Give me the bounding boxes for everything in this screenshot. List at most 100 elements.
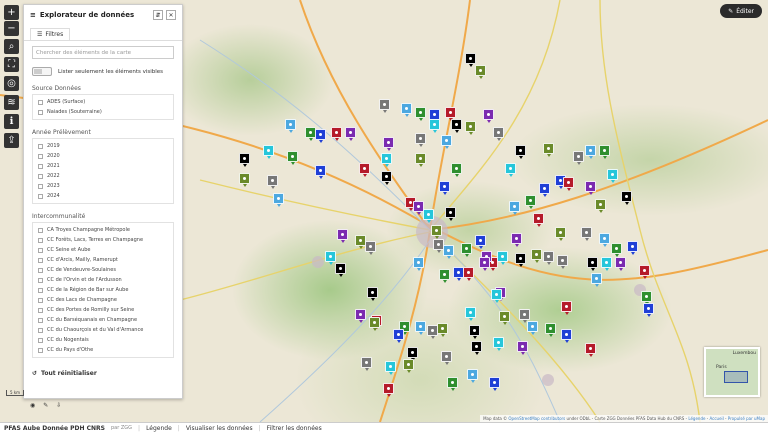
checkbox[interactable] xyxy=(38,247,43,253)
filter-option[interactable]: CC du Nogentais xyxy=(38,335,168,345)
map-marker[interactable] xyxy=(315,165,326,179)
map-marker[interactable] xyxy=(475,65,486,79)
map-marker[interactable] xyxy=(527,321,538,335)
filter-option[interactable]: CC de l'Orvin et de l'Ardusson xyxy=(38,275,168,285)
map-marker[interactable] xyxy=(383,137,394,151)
map-marker[interactable] xyxy=(525,195,536,209)
map-marker[interactable] xyxy=(469,325,480,339)
map-marker[interactable] xyxy=(639,265,650,279)
map-marker[interactable] xyxy=(287,151,298,165)
map-marker[interactable] xyxy=(407,347,418,361)
fullscreen-icon[interactable]: ⛶ xyxy=(4,57,19,72)
map-marker[interactable] xyxy=(355,309,366,323)
map-marker[interactable] xyxy=(415,107,426,121)
map-marker[interactable] xyxy=(499,311,510,325)
map-marker[interactable] xyxy=(451,163,462,177)
checkbox[interactable] xyxy=(38,237,43,243)
map-marker[interactable] xyxy=(427,325,438,339)
map-marker[interactable] xyxy=(491,289,502,303)
filter-option[interactable]: CA Troyes Champagne Métropole xyxy=(38,225,168,235)
map-marker[interactable] xyxy=(643,303,654,317)
map-marker[interactable] xyxy=(585,145,596,159)
map-marker[interactable] xyxy=(415,153,426,167)
map-marker[interactable] xyxy=(465,53,476,67)
attribution-link-legend[interactable]: Légende xyxy=(688,416,705,421)
collapse-button[interactable]: ⇵ xyxy=(153,10,163,20)
share-icon[interactable]: ⇪ xyxy=(4,133,19,148)
map-marker[interactable] xyxy=(557,255,568,269)
edit-button[interactable]: ✎ Éditer xyxy=(720,4,762,18)
map-marker[interactable] xyxy=(599,233,610,247)
map-marker[interactable] xyxy=(263,145,274,159)
map-marker[interactable] xyxy=(585,343,596,357)
map-marker[interactable] xyxy=(627,241,638,255)
checkbox[interactable] xyxy=(38,347,43,353)
map-marker[interactable] xyxy=(461,243,472,257)
map-marker[interactable] xyxy=(413,257,424,271)
map-marker[interactable] xyxy=(555,227,566,241)
checkbox[interactable] xyxy=(38,337,43,343)
checkbox[interactable] xyxy=(38,257,43,263)
map-marker[interactable] xyxy=(587,257,598,271)
search-input[interactable]: Chercher des éléments de la carte xyxy=(32,46,174,59)
close-icon[interactable]: ✕ xyxy=(166,10,176,20)
map-marker[interactable] xyxy=(465,307,476,321)
visible-only-toggle[interactable] xyxy=(32,67,52,76)
filter-option[interactable]: CC du Pays d'Othe xyxy=(38,345,168,355)
map-marker[interactable] xyxy=(393,329,404,343)
checkbox[interactable] xyxy=(38,153,43,159)
map-marker[interactable] xyxy=(483,109,494,123)
checkbox[interactable] xyxy=(38,193,43,199)
map-marker[interactable] xyxy=(379,99,390,113)
map-marker[interactable] xyxy=(335,263,346,277)
footer-link-view-data[interactable]: Visualiser les données xyxy=(186,425,253,432)
map-marker[interactable] xyxy=(561,301,572,315)
map-marker[interactable] xyxy=(315,129,326,143)
map-marker[interactable] xyxy=(467,369,478,383)
map-marker[interactable] xyxy=(239,173,250,187)
map-marker[interactable] xyxy=(337,229,348,243)
map-marker[interactable] xyxy=(479,257,490,271)
map-marker[interactable] xyxy=(531,249,542,263)
map-marker[interactable] xyxy=(439,269,450,283)
filter-option[interactable]: Naiades (Souterraine) xyxy=(38,107,168,117)
map-marker[interactable] xyxy=(533,213,544,227)
attribution-link-home[interactable]: Accueil xyxy=(709,416,723,421)
map-marker[interactable] xyxy=(385,361,396,375)
map-marker[interactable] xyxy=(621,191,632,205)
map-marker[interactable] xyxy=(595,199,606,213)
footer-link-filter-data[interactable]: Filtrer les données xyxy=(267,425,322,432)
map-marker[interactable] xyxy=(489,377,500,391)
attribution-link-umap[interactable]: Propulsé par uMap xyxy=(728,416,765,421)
map-marker[interactable] xyxy=(561,329,572,343)
map-marker[interactable] xyxy=(545,323,556,337)
map-marker[interactable] xyxy=(591,273,602,287)
filter-option[interactable]: CC de la Région de Bar sur Aube xyxy=(38,285,168,295)
checkbox[interactable] xyxy=(38,173,43,179)
checkbox[interactable] xyxy=(38,287,43,293)
map-marker[interactable] xyxy=(573,151,584,165)
filter-option[interactable]: 2024 xyxy=(38,191,168,201)
download-icon[interactable]: ⇩ xyxy=(56,402,61,409)
checkbox[interactable] xyxy=(38,307,43,313)
map-marker[interactable] xyxy=(509,201,520,215)
map-marker[interactable] xyxy=(239,153,250,167)
map-marker[interactable] xyxy=(515,145,526,159)
map-marker[interactable] xyxy=(515,253,526,267)
minimap[interactable]: Luxembou Paris xyxy=(704,347,760,397)
map-marker[interactable] xyxy=(465,121,476,135)
tab-filters[interactable]: ☰ Filtres xyxy=(30,28,71,40)
filter-option[interactable]: CC Forêts, Lacs, Terres en Champagne xyxy=(38,235,168,245)
filter-option[interactable]: CC des Lacs de Champagne xyxy=(38,295,168,305)
map-marker[interactable] xyxy=(599,145,610,159)
map-marker[interactable] xyxy=(273,193,284,207)
filter-option[interactable]: CC Seine et Aube xyxy=(38,245,168,255)
map-marker[interactable] xyxy=(431,225,442,239)
filter-option[interactable]: 2023 xyxy=(38,181,168,191)
map-marker[interactable] xyxy=(447,377,458,391)
map-marker[interactable] xyxy=(381,153,392,167)
checkbox[interactable] xyxy=(38,277,43,283)
map-marker[interactable] xyxy=(505,163,516,177)
map-marker[interactable] xyxy=(415,321,426,335)
info-icon[interactable]: ℹ xyxy=(4,114,19,129)
